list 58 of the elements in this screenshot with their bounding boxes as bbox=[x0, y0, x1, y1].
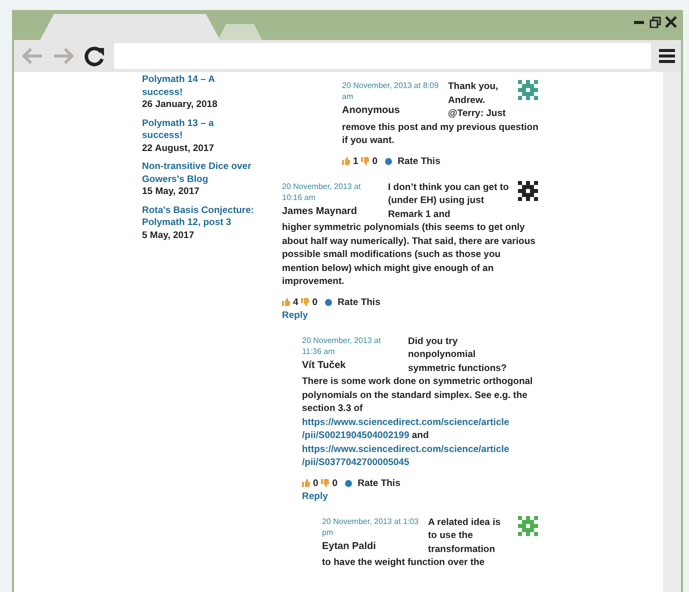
dislike-count: 0 bbox=[372, 156, 378, 166]
comment-date[interactable]: 20 November, 2013 at 8:09 am bbox=[342, 80, 442, 102]
thumbs-up-icon[interactable] bbox=[302, 479, 310, 487]
like-count: 1 bbox=[353, 156, 358, 166]
close-icon[interactable] bbox=[665, 16, 677, 28]
comment-author: James Maynard bbox=[282, 206, 358, 216]
comment-author: Vít Tuček bbox=[302, 360, 346, 370]
post-link[interactable]: Polymath 13 – a success! bbox=[142, 118, 257, 142]
like-count: 0 bbox=[313, 478, 318, 488]
like-count: 4 bbox=[293, 296, 298, 308]
url-link[interactable]: /pii/S0377042700005045 bbox=[302, 457, 410, 468]
comment-text: higher symmetric polynomials (this seems to get only about half way numerically). That said, there are various possible small modifications (such as those you mention below) which might give enough of an improvement. bbox=[282, 221, 536, 288]
reply-link[interactable]: Reply bbox=[302, 490, 540, 502]
comment-text: remove this post and my previous question if you want. bbox=[342, 120, 540, 148]
scrollbar[interactable] bbox=[663, 72, 681, 592]
restore-icon[interactable] bbox=[649, 16, 661, 28]
dislike-count: 0 bbox=[332, 478, 338, 488]
post-link[interactable]: Polymath 14 – A success! bbox=[142, 74, 257, 99]
url-link[interactable]: https://www.sciencedirect.com/science/article bbox=[302, 416, 510, 428]
comment-date[interactable]: 20 November, 2013 at 10:16 am bbox=[282, 180, 382, 202]
back-icon[interactable] bbox=[20, 47, 44, 65]
rating-dot-icon bbox=[384, 158, 392, 164]
browser-tab[interactable] bbox=[218, 24, 262, 40]
thumbs-up-icon[interactable] bbox=[342, 157, 350, 165]
post-date: 26 January, 2018 bbox=[142, 99, 218, 112]
thumbs-down-icon[interactable] bbox=[301, 298, 310, 306]
thumbs-down-icon[interactable] bbox=[361, 157, 370, 165]
post-date: 22 August, 2017 bbox=[142, 142, 215, 155]
comment-text: to have the weight function over the bbox=[322, 556, 486, 570]
post-link[interactable]: Non-transitive Dice over Gowers's Blog bbox=[142, 161, 257, 186]
comment-date[interactable]: 20 November, 2013 at 11:36 am bbox=[302, 334, 402, 356]
thumbs-down-icon[interactable] bbox=[321, 479, 330, 487]
comment-text: I don’t think you can get to (under EH) using just Remark 1 and bbox=[388, 180, 510, 221]
comment-author: Anonymous bbox=[342, 105, 400, 116]
menu-icon[interactable] bbox=[659, 48, 675, 64]
reload-icon[interactable] bbox=[84, 45, 106, 67]
comment-date[interactable]: 20 November, 2013 at 1:03 pm bbox=[322, 516, 422, 538]
rate-this-link[interactable]: Rate This bbox=[338, 296, 380, 308]
rating-dot-icon bbox=[344, 480, 352, 486]
comment-author: Eytan Paldi bbox=[322, 540, 376, 552]
dislike-count: 0 bbox=[312, 296, 318, 308]
rate-this-link[interactable]: Rate This bbox=[398, 156, 440, 166]
post-link[interactable]: Rota's Basis Conjecture: Polymath 12, post 3 bbox=[142, 204, 257, 230]
comment-text: A related idea is to use the transformation bbox=[428, 516, 502, 556]
comment-text: There is some work done on symmetric orthogonal polynomials on the standard simplex. See e.g. the section 3.3 of https://www.sciencedirect.com/science/article /pii/S0021904504002199 and https://www.sciencedirect.com/science/article /pii/S0377042700005045 bbox=[302, 375, 534, 470]
comment-text: Did you try nonpolynomial symmetric functions? bbox=[408, 334, 508, 375]
rate-this-link[interactable]: Rate This bbox=[358, 478, 400, 488]
reply-link[interactable]: Reply bbox=[282, 310, 540, 320]
comment-text: Thank you, Andrew. bbox=[448, 80, 500, 107]
rating-dot-icon bbox=[324, 298, 332, 306]
url-link[interactable]: /pii/S0021904504002199 bbox=[302, 430, 410, 441]
forward-icon[interactable] bbox=[52, 47, 76, 65]
browser-tab[interactable] bbox=[40, 14, 220, 40]
post-date: 15 May, 2017 bbox=[142, 186, 200, 198]
thumbs-up-icon[interactable] bbox=[282, 298, 290, 306]
comment-text: @Terry: Just bbox=[448, 107, 507, 120]
url-link[interactable]: https://www.sciencedirect.com/science/article bbox=[302, 444, 510, 454]
post-date: 5 May, 2017 bbox=[142, 230, 196, 242]
